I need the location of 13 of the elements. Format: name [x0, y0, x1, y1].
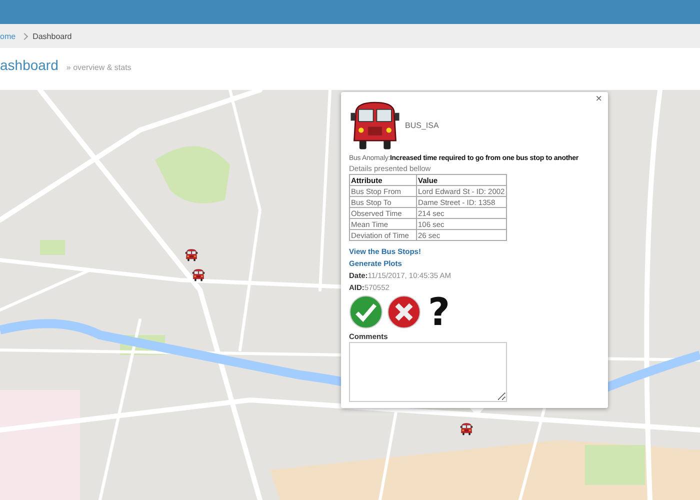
checkmark-icon[interactable]	[349, 295, 383, 329]
breadcrumb-link[interactable]: ome	[0, 32, 16, 40]
cross-icon[interactable]	[387, 295, 421, 329]
page-title: ashboard	[0, 57, 58, 73]
bus-marker-icon[interactable]	[460, 422, 473, 436]
comments-field[interactable]	[349, 342, 507, 402]
vehicle-id: BUS_ISA	[405, 120, 439, 130]
breadcrumb-current: Dashboard	[32, 32, 72, 40]
page-subtitle: » overview & stats	[66, 63, 132, 72]
question-button[interactable]: ?	[425, 295, 453, 329]
close-button[interactable]: ×	[596, 94, 602, 105]
bus-marker-icon[interactable]	[185, 248, 198, 262]
bus-marker-icon[interactable]	[192, 268, 205, 282]
